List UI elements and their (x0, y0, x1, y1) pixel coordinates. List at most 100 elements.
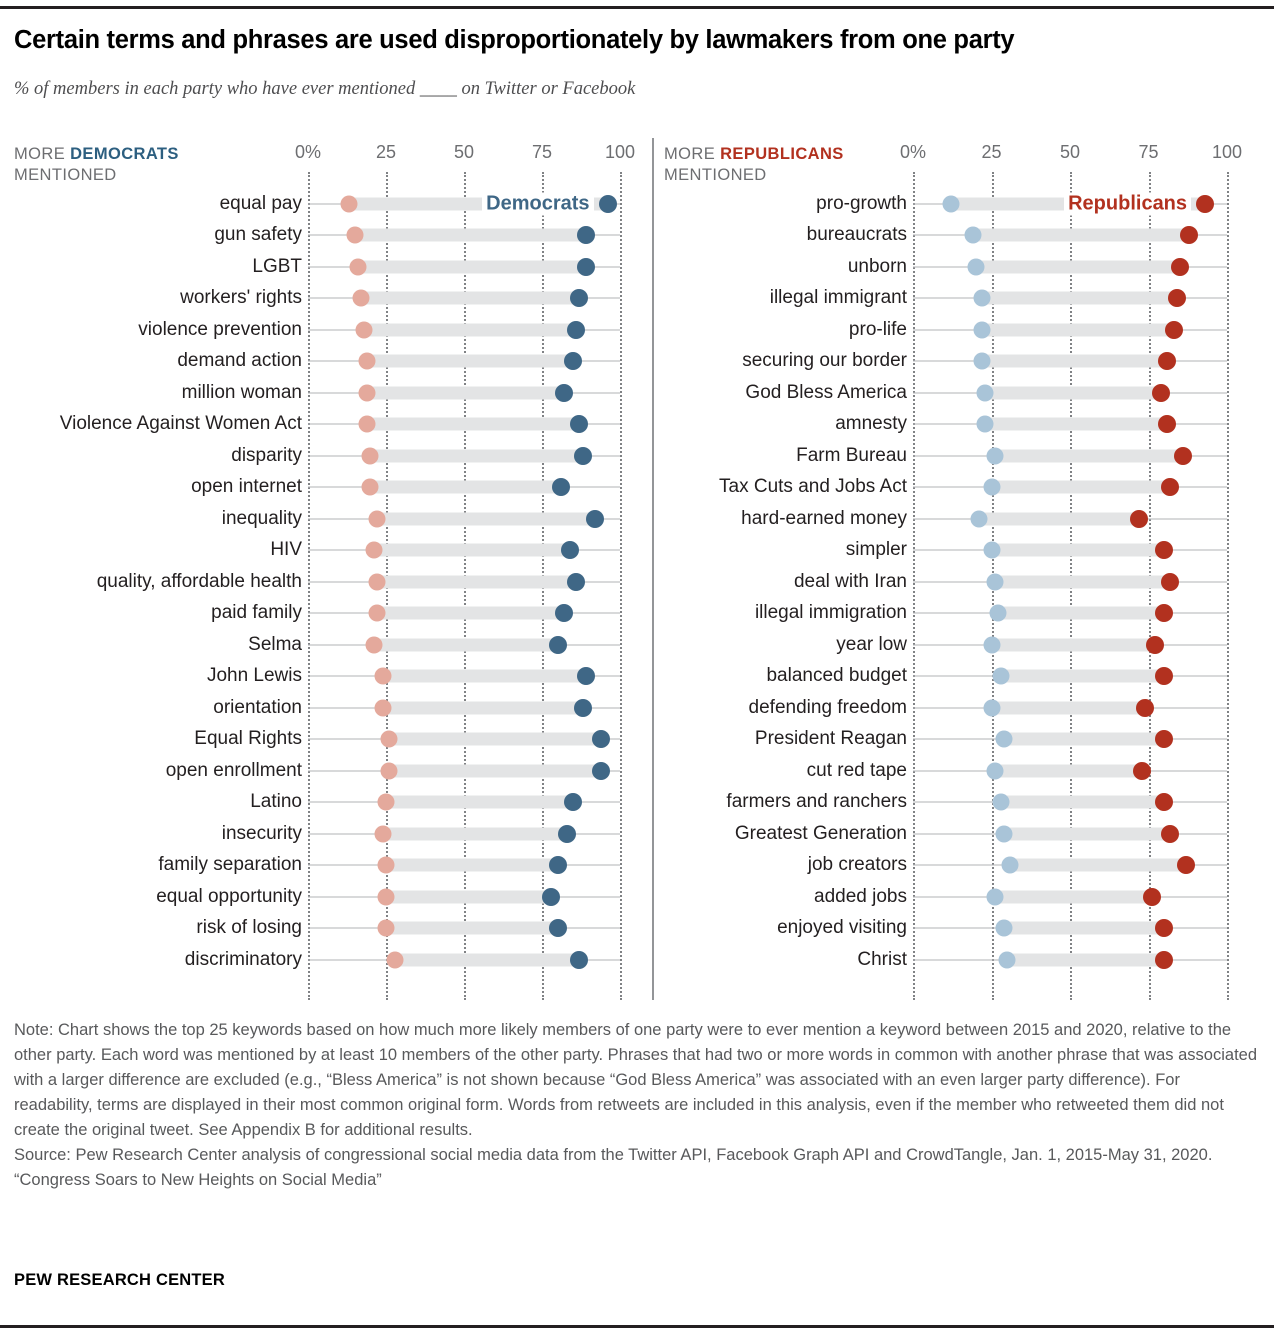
data-dot-majority-party[interactable] (576, 667, 595, 686)
data-dot-majority-party[interactable] (1155, 541, 1174, 560)
chart-row[interactable]: HIV (0, 535, 640, 567)
data-dot-minority-party[interactable] (386, 951, 404, 969)
data-dot-majority-party[interactable] (1161, 478, 1180, 497)
data-dot-minority-party[interactable] (976, 384, 994, 402)
data-dot-majority-party[interactable] (567, 320, 586, 339)
data-dot-majority-party[interactable] (570, 289, 589, 308)
data-dot-majority-party[interactable] (1158, 352, 1177, 371)
data-dot-majority-party[interactable] (1167, 289, 1186, 308)
data-dot-minority-party[interactable] (368, 510, 386, 528)
chart-row[interactable]: illegal immigrant (652, 283, 1274, 315)
data-dot-majority-party[interactable] (1180, 226, 1199, 245)
data-dot-majority-party[interactable] (1142, 887, 1161, 906)
data-dot-majority-party[interactable] (1164, 320, 1183, 339)
data-dot-majority-party[interactable] (542, 887, 561, 906)
data-dot-minority-party[interactable] (380, 730, 398, 748)
data-dot-minority-party[interactable] (374, 699, 392, 717)
data-dot-minority-party[interactable] (976, 415, 994, 433)
data-dot-majority-party[interactable] (1152, 383, 1171, 402)
data-dot-majority-party[interactable] (1177, 856, 1196, 875)
chart-row[interactable]: orientation (0, 692, 640, 724)
data-dot-majority-party[interactable] (573, 446, 592, 465)
data-dot-majority-party[interactable] (1130, 509, 1149, 528)
chart-row[interactable]: Farm Bureau (652, 440, 1274, 472)
chart-row[interactable]: disparity (0, 440, 640, 472)
chart-row[interactable]: demand action (0, 346, 640, 378)
data-dot-minority-party[interactable] (942, 195, 960, 213)
data-dot-minority-party[interactable] (983, 699, 1000, 717)
data-dot-majority-party[interactable] (592, 761, 611, 780)
chart-row[interactable]: Greatest Generation (652, 818, 1274, 850)
chart-row[interactable]: bureaucrats (652, 220, 1274, 252)
data-dot-majority-party[interactable] (1155, 950, 1174, 969)
data-dot-majority-party[interactable] (548, 635, 567, 654)
data-dot-majority-party[interactable] (548, 856, 567, 875)
data-dot-majority-party[interactable] (564, 352, 583, 371)
data-dot-minority-party[interactable] (377, 793, 395, 811)
chart-row[interactable]: insecurity (0, 818, 640, 850)
chart-row[interactable]: discriminatory (0, 944, 640, 976)
chart-row[interactable]: God Bless America (652, 377, 1274, 409)
data-dot-minority-party[interactable] (377, 888, 395, 906)
data-dot-majority-party[interactable] (551, 478, 570, 497)
chart-row[interactable]: Equal Rights (0, 724, 640, 756)
data-dot-majority-party[interactable] (1155, 604, 1174, 623)
chart-row[interactable]: John Lewis (0, 661, 640, 693)
data-dot-minority-party[interactable] (377, 919, 395, 937)
data-dot-minority-party[interactable] (986, 447, 1004, 465)
data-dot-majority-party[interactable] (1161, 572, 1180, 591)
data-dot-majority-party[interactable] (1155, 730, 1174, 749)
chart-row[interactable]: defending freedom (652, 692, 1274, 724)
chart-row[interactable]: securing our border (652, 346, 1274, 378)
chart-row[interactable]: cut red tape (652, 755, 1274, 787)
data-dot-majority-party[interactable] (1196, 194, 1215, 213)
data-dot-minority-party[interactable] (967, 258, 985, 276)
chart-row[interactable]: illegal immigration (652, 598, 1274, 630)
data-dot-minority-party[interactable] (358, 352, 376, 370)
chart-row[interactable]: Selma (0, 629, 640, 661)
chart-row[interactable]: violence prevention (0, 314, 640, 346)
data-dot-majority-party[interactable] (1161, 824, 1180, 843)
data-dot-minority-party[interactable] (986, 888, 1004, 906)
data-dot-minority-party[interactable] (358, 415, 376, 433)
data-dot-majority-party[interactable] (598, 194, 617, 213)
data-dot-minority-party[interactable] (973, 352, 991, 370)
chart-row[interactable]: year low (652, 629, 1274, 661)
data-dot-minority-party[interactable] (986, 762, 1004, 780)
data-dot-minority-party[interactable] (380, 762, 398, 780)
data-dot-minority-party[interactable] (970, 510, 988, 528)
data-dot-majority-party[interactable] (576, 226, 595, 245)
chart-row[interactable]: Violence Against Women Act (0, 409, 640, 441)
data-dot-majority-party[interactable] (1155, 793, 1174, 812)
data-dot-minority-party[interactable] (374, 667, 392, 685)
data-dot-minority-party[interactable] (973, 289, 991, 307)
chart-row[interactable]: equal pay Democrats (0, 188, 640, 220)
data-dot-minority-party[interactable] (365, 636, 383, 654)
data-dot-majority-party[interactable] (557, 824, 576, 843)
data-dot-minority-party[interactable] (361, 478, 379, 496)
data-dot-minority-party[interactable] (1001, 856, 1019, 874)
chart-row[interactable]: quality, affordable health (0, 566, 640, 598)
data-dot-minority-party[interactable] (983, 636, 1000, 654)
chart-row[interactable]: inequality (0, 503, 640, 535)
chart-row[interactable]: Christ (652, 944, 1274, 976)
data-dot-majority-party[interactable] (1174, 446, 1193, 465)
data-dot-majority-party[interactable] (1155, 667, 1174, 686)
data-dot-minority-party[interactable] (361, 447, 379, 465)
chart-row[interactable]: risk of losing (0, 913, 640, 945)
data-dot-majority-party[interactable] (1155, 919, 1174, 938)
data-dot-majority-party[interactable] (564, 793, 583, 812)
chart-row[interactable]: deal with Iran (652, 566, 1274, 598)
data-dot-majority-party[interactable] (570, 950, 589, 969)
data-dot-majority-party[interactable] (567, 572, 586, 591)
chart-row[interactable]: equal opportunity (0, 881, 640, 913)
data-dot-minority-party[interactable] (983, 541, 1000, 559)
data-dot-minority-party[interactable] (352, 289, 370, 307)
chart-row[interactable]: added jobs (652, 881, 1274, 913)
data-dot-minority-party[interactable] (995, 919, 1013, 937)
data-dot-majority-party[interactable] (570, 415, 589, 434)
chart-row[interactable]: pro-growth Republicans (652, 188, 1274, 220)
chart-row[interactable]: hard-earned money (652, 503, 1274, 535)
chart-row[interactable]: open enrollment (0, 755, 640, 787)
chart-row[interactable]: family separation (0, 850, 640, 882)
